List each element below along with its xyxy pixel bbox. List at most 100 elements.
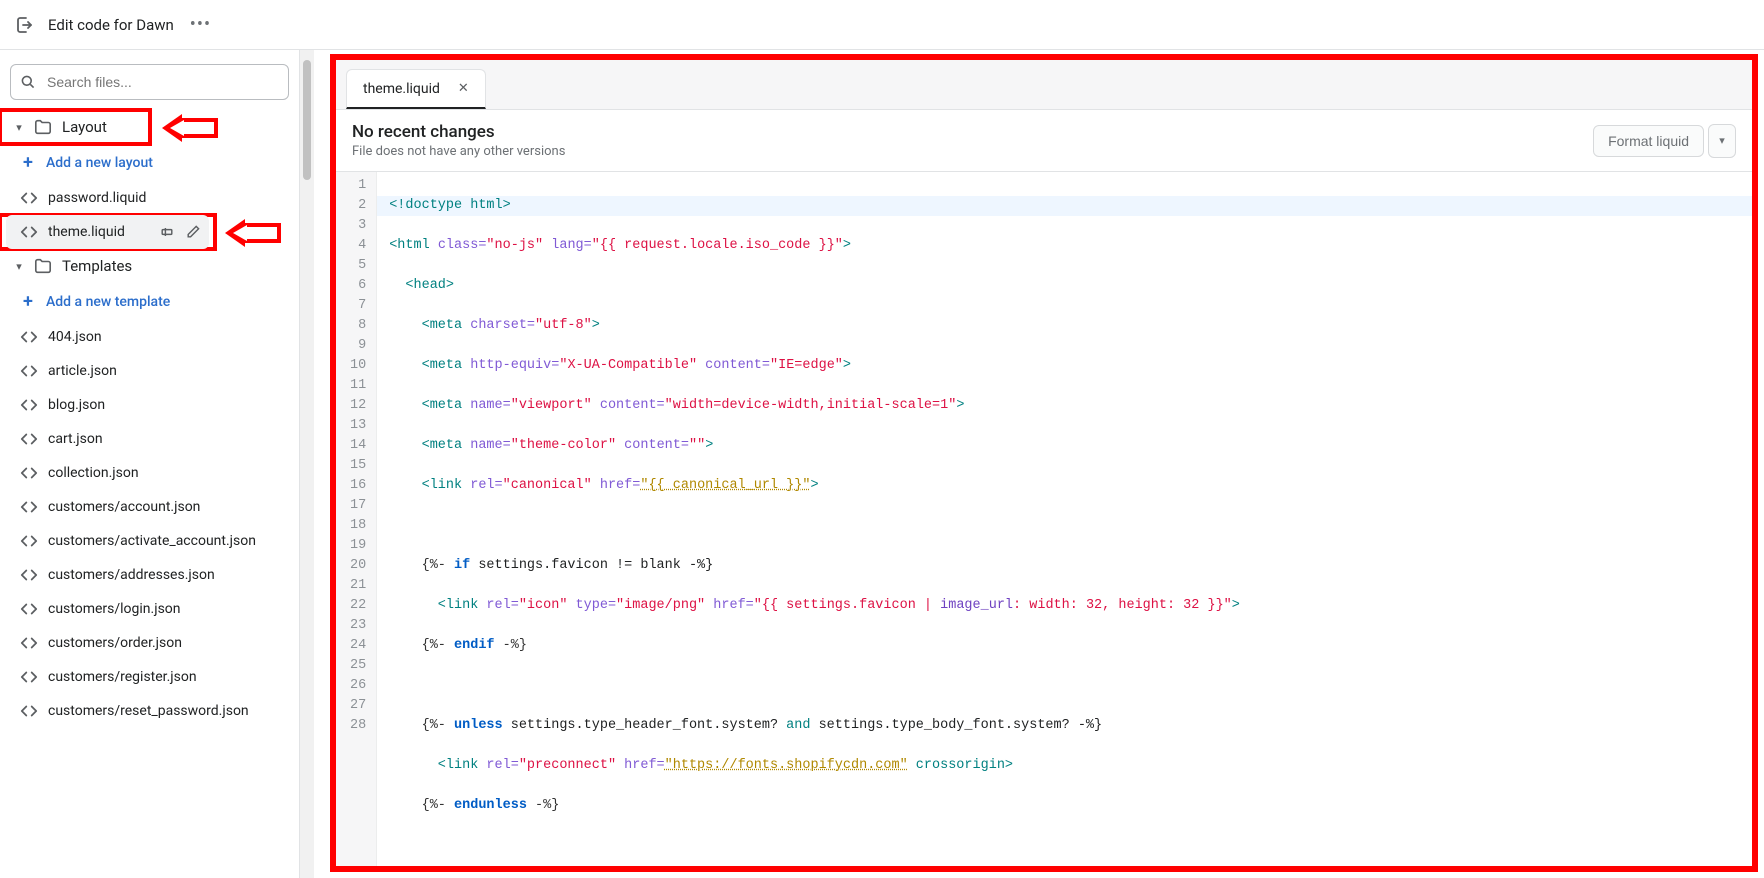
code-icon [20,396,38,414]
add-layout-label: Add a new layout [46,155,153,171]
file-label: customers/activate_account.json [48,533,256,549]
code-icon [20,189,38,207]
folder-icon [34,257,52,275]
line-number: 22 [350,596,366,616]
file-item[interactable]: article.json [0,354,299,388]
line-number: 26 [350,676,366,696]
line-number: 7 [350,296,366,316]
plus-icon: + [20,152,36,173]
folder-icon [34,118,52,136]
file-item[interactable]: cart.json [0,422,299,456]
file-label: 404.json [48,329,102,345]
file-item[interactable]: customers/activate_account.json [0,524,299,558]
line-gutter: 1234567891011121314151617181920212223242… [336,172,377,866]
line-number: 19 [350,536,366,556]
line-number: 8 [350,316,366,336]
code-content[interactable]: <!doctype html> <html class="no-js" lang… [377,172,1752,866]
file-item[interactable]: collection.json [0,456,299,490]
sidebar-scrollbar[interactable] [300,50,314,878]
code-editor[interactable]: 1234567891011121314151617181920212223242… [336,172,1752,866]
line-number: 15 [350,456,366,476]
add-template-label: Add a new template [46,294,170,310]
line-number: 9 [350,336,366,356]
topbar: Edit code for Dawn ••• [0,0,1764,50]
annotation-arrow [162,114,218,142]
file-label: customers/account.json [48,499,200,515]
file-info-bar: No recent changes File does not have any… [336,110,1752,172]
line-number: 17 [350,496,366,516]
file-item-password[interactable]: password.liquid [0,181,299,215]
line-number: 18 [350,516,366,536]
file-item[interactable]: customers/register.json [0,660,299,694]
file-item-theme[interactable]: theme.liquid [6,215,209,249]
add-template-button[interactable]: + Add a new template [0,283,299,320]
code-icon [20,566,38,584]
code-icon [20,430,38,448]
format-liquid-dropdown[interactable]: ▾ [1708,124,1736,158]
search-input[interactable] [10,64,289,100]
close-icon[interactable]: ✕ [458,81,469,96]
folder-label: Templates [62,257,132,275]
file-item[interactable]: customers/addresses.json [0,558,299,592]
folder-templates[interactable]: ▾ Templates [0,249,299,283]
format-liquid-button[interactable]: Format liquid [1593,125,1704,157]
plus-icon: + [20,291,36,312]
line-number: 13 [350,416,366,436]
line-number: 12 [350,396,366,416]
file-item[interactable]: customers/login.json [0,592,299,626]
folder-layout[interactable]: ▾ Layout [0,110,150,144]
line-number: 28 [350,716,366,736]
file-label: collection.json [48,465,139,481]
page-title: Edit code for Dawn [48,16,174,34]
line-number: 27 [350,696,366,716]
line-number: 11 [350,376,366,396]
annotation-arrow [225,219,281,247]
file-item[interactable]: customers/account.json [0,490,299,524]
file-label: cart.json [48,431,103,447]
file-label: customers/login.json [48,601,181,617]
tab-label: theme.liquid [363,81,440,97]
code-icon [20,328,38,346]
search-box [10,64,289,100]
code-icon [20,600,38,618]
recent-changes-title: No recent changes [352,122,565,142]
line-number: 21 [350,576,366,596]
file-item[interactable]: customers/reset_password.json [0,694,299,728]
line-number: 2 [350,196,366,216]
code-icon [20,464,38,482]
line-number: 14 [350,436,366,456]
tab-bar: theme.liquid ✕ [336,60,1752,110]
line-number: 3 [350,216,366,236]
file-label: theme.liquid [48,224,125,240]
rename-icon[interactable] [159,224,175,240]
edit-icon[interactable] [185,224,201,240]
tab-theme-liquid[interactable]: theme.liquid ✕ [346,69,486,109]
file-label: customers/reset_password.json [48,703,249,719]
add-layout-button[interactable]: + Add a new layout [0,144,299,181]
line-number: 20 [350,556,366,576]
code-icon [20,223,38,241]
line-number: 1 [350,176,366,196]
line-number: 16 [350,476,366,496]
file-label: blog.json [48,397,105,413]
line-number: 6 [350,276,366,296]
search-icon [20,74,36,90]
file-label: customers/order.json [48,635,182,651]
chevron-down-icon: ▾ [14,121,24,134]
file-label: article.json [48,363,117,379]
file-label: password.liquid [48,190,146,206]
code-icon [20,532,38,550]
code-icon [20,634,38,652]
exit-button[interactable] [14,15,34,35]
code-icon [20,498,38,516]
file-label: customers/register.json [48,669,197,685]
line-number: 23 [350,616,366,636]
file-item[interactable]: blog.json [0,388,299,422]
editor-annotation-frame: theme.liquid ✕ No recent changes File do… [330,54,1758,872]
line-number: 25 [350,656,366,676]
more-actions-button[interactable]: ••• [190,14,211,35]
file-item[interactable]: 404.json [0,320,299,354]
file-item[interactable]: customers/order.json [0,626,299,660]
line-number: 5 [350,256,366,276]
folder-label: Layout [62,118,107,136]
